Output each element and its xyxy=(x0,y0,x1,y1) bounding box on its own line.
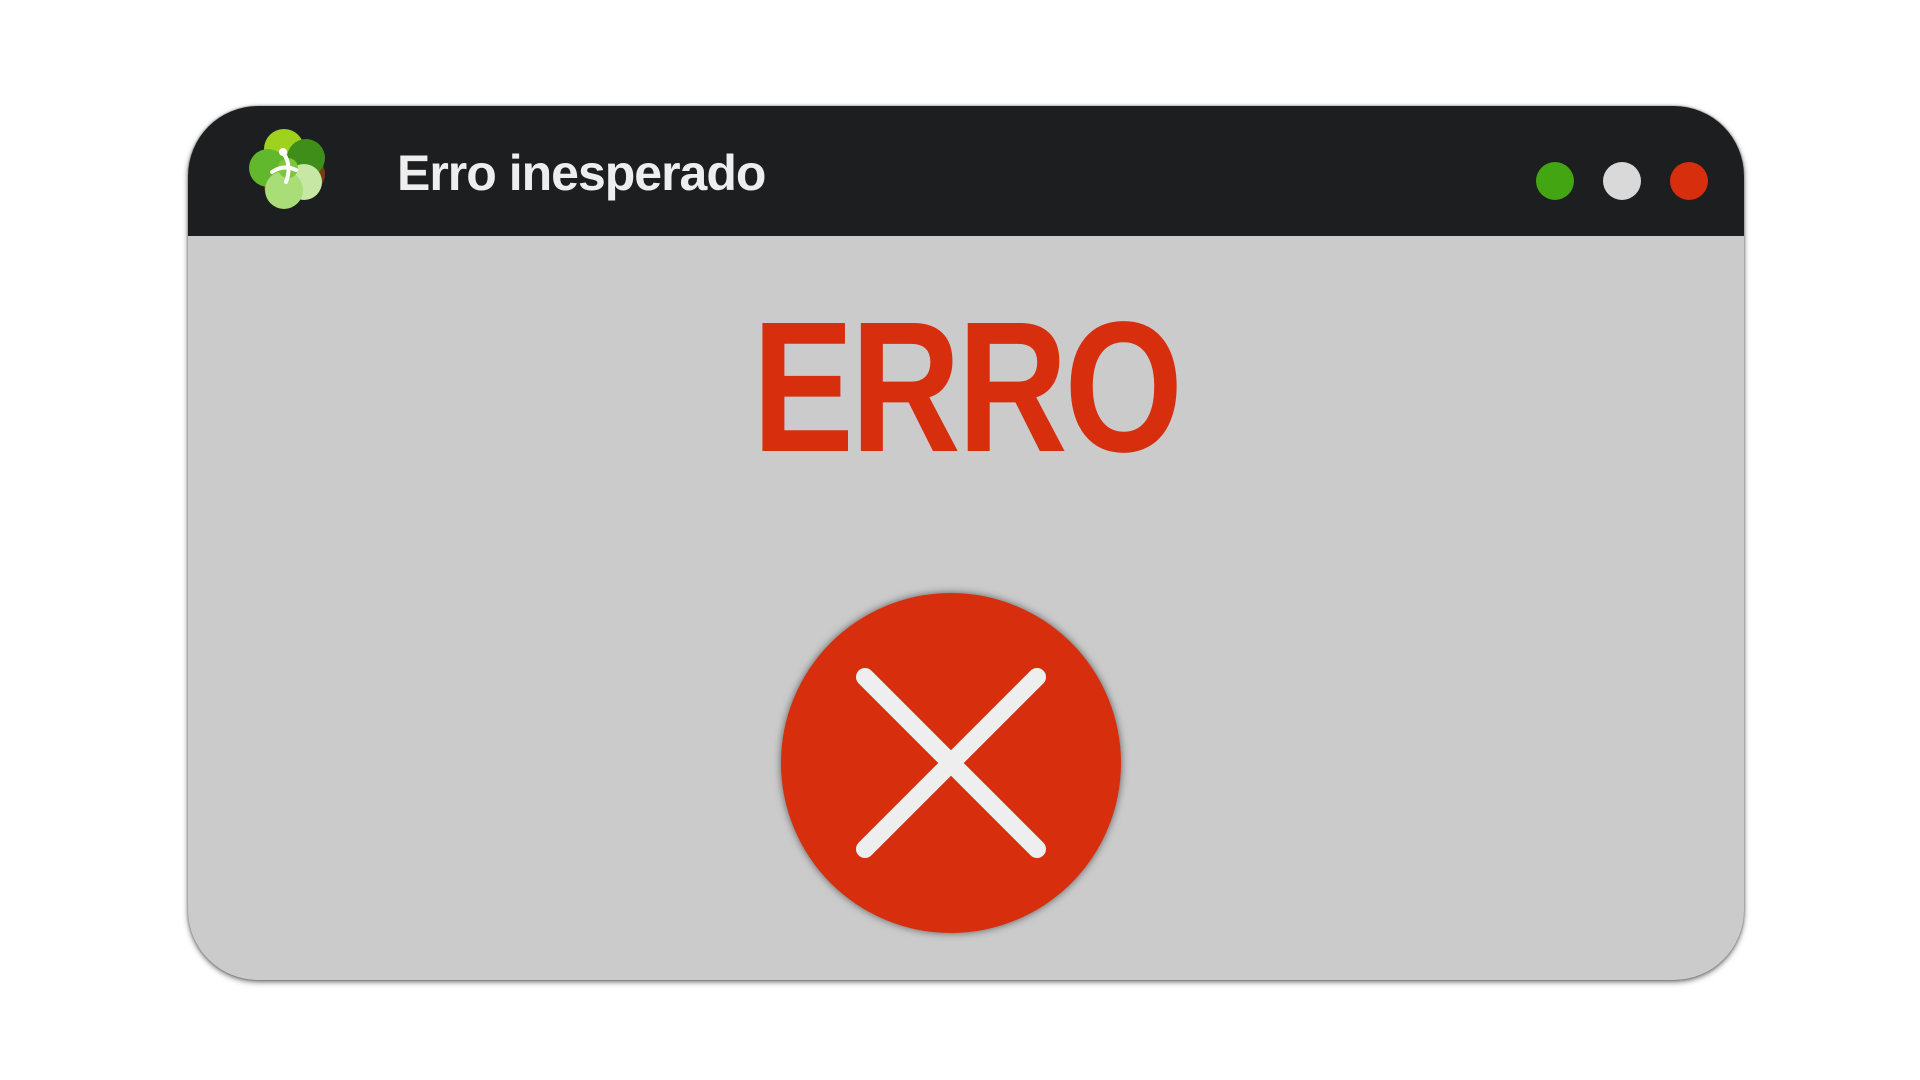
maximize-button[interactable] xyxy=(1603,162,1641,200)
window-title: Erro inesperado xyxy=(397,145,766,201)
error-heading: ERRO xyxy=(752,284,1183,491)
error-x-circle-icon xyxy=(781,593,1121,933)
close-button[interactable] xyxy=(1670,162,1708,200)
minimize-button[interactable] xyxy=(1536,162,1574,200)
app-logo-icon xyxy=(244,124,334,214)
error-dialog-window: Erro inesperado ERRO xyxy=(188,106,1744,980)
title-bar[interactable]: Erro inesperado xyxy=(188,106,1744,236)
